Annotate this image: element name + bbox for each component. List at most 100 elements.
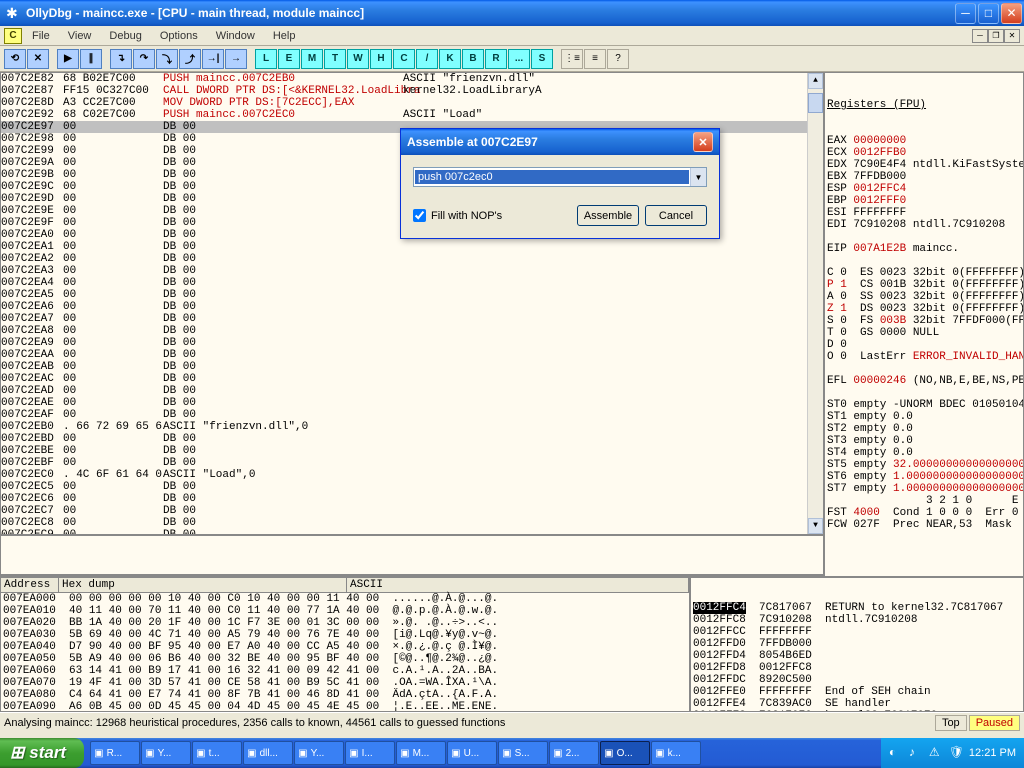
tray-clock[interactable]: 12:21 PM [969,747,1016,759]
dialog-titlebar[interactable]: Assemble at 007C2E97 ✕ [401,129,719,155]
taskbar-item[interactable]: ▣dll... [243,741,293,765]
disasm-row[interactable]: 007C2EAF00DB 00 [1,409,823,421]
disasm-row[interactable]: 007C2EA800DB 00 [1,325,823,337]
dump-row[interactable]: 007EA010 40 11 40 00 70 11 40 00 C0 11 4… [1,605,689,617]
disasm-row[interactable]: 007C2E9268 C02E7C00PUSH maincc.007C2EC0A… [1,109,823,121]
toolbar-l-button[interactable]: L [255,49,277,69]
stack-row[interactable]: 0012FFE8 7C817070 kernel32.7C817070 [693,710,1023,712]
disasm-row[interactable]: 007C2EC0. 4C 6F 61 64 0ASCII "Load",0 [1,469,823,481]
disasm-row[interactable]: 007C2E8DA3 CC2E7C00MOV DWORD PTR DS:[7C2… [1,97,823,109]
goto-icon[interactable]: → [225,49,247,69]
hex-dump-pane[interactable]: Address Hex dump ASCII 007EA000 00 00 00… [0,577,690,712]
disasm-row[interactable]: 007C2EC900DB 00 [1,529,823,536]
disasm-row[interactable]: 007C2EAD00DB 00 [1,385,823,397]
menu-help[interactable]: Help [265,28,304,44]
dump-row[interactable]: 007EA070 19 4F 41 00 3D 57 41 00 CE 58 4… [1,677,689,689]
stack-row[interactable]: 0012FFE0 FFFFFFFF End of SEH chain [693,686,1023,698]
disasm-row[interactable]: 007C2EC600DB 00 [1,493,823,505]
disasm-row[interactable]: 007C2EAB00DB 00 [1,361,823,373]
disasm-row[interactable]: 007C2EAC00DB 00 [1,373,823,385]
dialog-close-icon[interactable]: ✕ [693,132,713,152]
dump-row[interactable]: 007EA080 C4 64 41 00 E7 74 41 00 8F 7B 4… [1,689,689,701]
disasm-row[interactable]: 007C2EAA00DB 00 [1,349,823,361]
menu-window[interactable]: Window [208,28,263,44]
assemble-input[interactable]: push 007c2ec0 ▼ [413,167,707,187]
scroll-down-icon[interactable]: ▼ [808,518,823,534]
stack-row[interactable]: 0012FFE4 7C839AC0 SE handler [693,698,1023,710]
disasm-row[interactable]: 007C2EBE00DB 00 [1,445,823,457]
disasm-row[interactable]: 007C2EA400DB 00 [1,277,823,289]
scroll-thumb[interactable] [808,93,823,113]
stack-row[interactable]: 0012FFC4 7C817067 RETURN to kernel32.7C8… [693,602,1023,614]
execute-till-icon[interactable]: →| [202,49,224,69]
dump-row[interactable]: 007EA090 A6 0B 45 00 0D 45 45 00 04 4D 4… [1,701,689,712]
taskbar-item[interactable]: ▣2... [549,741,599,765]
dump-row[interactable]: 007EA020 BB 1A 40 00 20 1F 40 00 1C F7 3… [1,617,689,629]
trace-into-icon[interactable]: ⤵ [156,49,178,69]
mdi-restore-icon[interactable]: ❐ [988,29,1004,43]
step-over-icon[interactable]: ↷ [133,49,155,69]
toolbar-...-button[interactable]: ... [508,49,530,69]
minimize-button[interactable]: ─ [955,3,976,24]
taskbar-item[interactable]: ▣Y... [141,741,191,765]
toolbar-t-button[interactable]: T [324,49,346,69]
cancel-button[interactable]: Cancel [645,205,707,226]
options-icon[interactable]: ≡ [584,49,606,69]
stack-row[interactable]: 0012FFD8 0012FFC8 [693,662,1023,674]
menu-options[interactable]: Options [152,28,206,44]
settings-icon[interactable]: ⋮≡ [561,49,583,69]
taskbar-item[interactable]: ▣S... [498,741,548,765]
toolbar-w-button[interactable]: W [347,49,369,69]
maximize-button[interactable]: □ [978,3,999,24]
trace-over-icon[interactable]: ⤴ [179,49,201,69]
disasm-row[interactable]: 007C2EC500DB 00 [1,481,823,493]
stack-row[interactable]: 0012FFD4 8054B6ED [693,650,1023,662]
tray-icon[interactable]: ◐ [889,745,905,761]
toolbar-s-button[interactable]: S [531,49,553,69]
toolbar-h-button[interactable]: H [370,49,392,69]
system-tray[interactable]: ◐ ♪ ⚠ 🛡 12:21 PM [881,738,1024,768]
disasm-row[interactable]: 007C2EC700DB 00 [1,505,823,517]
cpu-button[interactable]: C [4,28,22,44]
toolbar-/-button[interactable]: / [416,49,438,69]
menu-file[interactable]: File [24,28,58,44]
assemble-button[interactable]: Assemble [577,205,639,226]
dump-row[interactable]: 007EA040 D7 90 40 00 BF 95 40 00 E7 A0 4… [1,641,689,653]
disasm-row[interactable]: 007C2EA500DB 00 [1,289,823,301]
disasm-scrollbar[interactable]: ▲ ▼ [807,73,823,534]
disasm-row[interactable]: 007C2EA100DB 00 [1,241,823,253]
toolbar-m-button[interactable]: M [301,49,323,69]
tray-icon[interactable]: 🛡 [949,745,965,761]
mdi-close-icon[interactable]: ✕ [1004,29,1020,43]
disasm-row[interactable]: 007C2EA900DB 00 [1,337,823,349]
disasm-row[interactable]: 007C2EC800DB 00 [1,517,823,529]
taskbar-item[interactable]: ▣k... [651,741,701,765]
mdi-min-icon[interactable]: ─ [972,29,988,43]
stack-pane[interactable]: 0012FFC4 7C817067 RETURN to kernel32.7C8… [690,577,1024,712]
taskbar-item[interactable]: ▣M... [396,741,446,765]
step-into-icon[interactable]: ↴ [110,49,132,69]
taskbar-item[interactable]: ▣I... [345,741,395,765]
close-prog-icon[interactable]: ✕ [27,49,49,69]
disasm-row[interactable]: 007C2EAE00DB 00 [1,397,823,409]
toolbar-b-button[interactable]: B [462,49,484,69]
menu-debug[interactable]: Debug [101,28,149,44]
help-icon[interactable]: ? [607,49,629,69]
disasm-row[interactable]: 007C2EBD00DB 00 [1,433,823,445]
disasm-row[interactable]: 007C2EA700DB 00 [1,313,823,325]
toolbar-c-button[interactable]: C [393,49,415,69]
toolbar-r-button[interactable]: R [485,49,507,69]
disasm-row[interactable]: 007C2E87FF15 0C327C00CALL DWORD PTR DS:[… [1,85,823,97]
disasm-row[interactable]: 007C2E8268 B02E7C00PUSH maincc.007C2EB0A… [1,73,823,85]
restart-icon[interactable]: ⟲ [4,49,26,69]
dropdown-arrow-icon[interactable]: ▼ [690,168,706,186]
tray-icon[interactable]: ♪ [909,745,925,761]
fill-nops-input[interactable] [413,209,426,222]
stack-row[interactable]: 0012FFD0 7FFDB000 [693,638,1023,650]
taskbar-item[interactable]: ▣O... [600,741,650,765]
stack-row[interactable]: 0012FFCC FFFFFFFF [693,626,1023,638]
disasm-row[interactable]: 007C2EBF00DB 00 [1,457,823,469]
disasm-row[interactable]: 007C2EA200DB 00 [1,253,823,265]
menu-view[interactable]: View [60,28,100,44]
toolbar-k-button[interactable]: K [439,49,461,69]
